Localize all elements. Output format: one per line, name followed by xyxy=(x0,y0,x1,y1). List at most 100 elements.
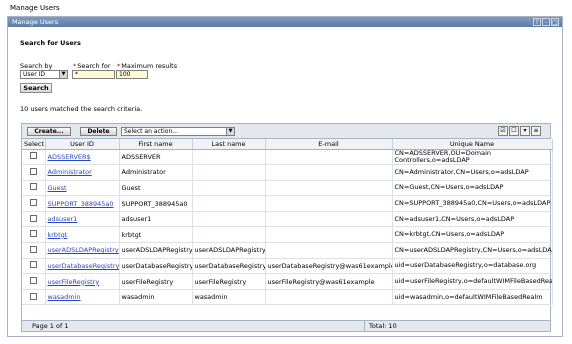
row-checkbox[interactable] xyxy=(29,245,37,253)
table-row: userFileRegistry userFileRegistry userFile… xyxy=(22,273,553,290)
column-header-select[interactable]: Select xyxy=(22,139,46,150)
restore-icon[interactable]: □ xyxy=(551,18,559,26)
row-checkbox[interactable] xyxy=(29,152,37,160)
portlet-controls: ? - □ xyxy=(533,18,559,26)
email-cell xyxy=(265,149,393,166)
last-name-cell: wasadmin xyxy=(192,289,266,306)
filter-icon[interactable]: ▾ xyxy=(520,126,530,136)
table-row: SUPPORT_388945a0 SUPPORT_388945a0 CN=SUPPO… xyxy=(22,195,553,212)
row-checkbox[interactable] xyxy=(29,183,37,191)
search-button[interactable]: Search xyxy=(20,83,52,93)
user-id-link[interactable]: Guest xyxy=(48,184,67,192)
user-id-link[interactable]: wasadmin xyxy=(48,293,81,301)
last-name-cell xyxy=(192,180,266,197)
first-name-cell: SUPPORT_388945a0 xyxy=(119,195,193,212)
user-id-cell: ADSSERVER$ xyxy=(45,149,120,166)
chevron-down-icon: ▼ xyxy=(59,71,67,78)
search-section-title: Search for Users xyxy=(20,39,81,47)
user-id-link[interactable]: SUPPORT_388945a0 xyxy=(48,200,114,208)
column-header-user-id[interactable]: User ID xyxy=(45,139,120,150)
table-row: wasadmin wasadmin wasadmin uid=wasadmin,o=d… xyxy=(22,289,553,306)
unique-name-cell: uid=userDatabaseRegistry,o=database.org xyxy=(392,258,553,275)
user-id-link[interactable]: adsuser1 xyxy=(48,215,78,223)
help-icon[interactable]: ? xyxy=(533,18,541,26)
first-name-cell: Guest xyxy=(119,180,193,197)
row-checkbox[interactable] xyxy=(29,277,37,285)
unique-name-cell: CN=adsuser1,CN=Users,o=adsLDAP xyxy=(392,211,553,228)
user-id-link[interactable]: userADSLDAPRegistry xyxy=(48,246,119,254)
unique-name-cell: CN=Guest,CN=Users,o=adsLDAP xyxy=(392,180,553,197)
user-id-cell: userADSLDAPRegistry xyxy=(45,242,120,259)
last-name-cell xyxy=(192,164,266,181)
unique-name-cell: CN=SUPPORT_388945a0,CN=Users,o=adsLDAP xyxy=(392,195,553,212)
users-table-container: Create... Delete Select an action... ▼ ☑… xyxy=(21,123,553,332)
last-name-cell xyxy=(192,149,266,166)
minimize-icon[interactable]: - xyxy=(542,18,550,26)
user-id-cell: userFileRegistry xyxy=(45,273,120,290)
select-cell xyxy=(22,289,46,306)
user-id-cell: krbtgt xyxy=(45,226,120,244)
user-id-link[interactable]: ADSSERVER$ xyxy=(48,153,91,161)
required-marker: * xyxy=(73,62,77,70)
first-name-cell: adsuser1 xyxy=(119,211,193,228)
column-header-unique-name[interactable]: Unique Name xyxy=(392,139,553,150)
action-select-value: Select an action... xyxy=(124,128,178,135)
select-cell xyxy=(22,273,46,290)
first-name-cell: Administrator xyxy=(119,164,193,181)
max-results-input[interactable]: 100 xyxy=(116,70,148,79)
table-tool-icons: ☑ ☐ ▾ ≡ xyxy=(498,126,541,136)
email-cell xyxy=(265,211,393,228)
page-indicator: Page 1 of 1 xyxy=(32,322,69,330)
deselect-all-icon[interactable]: ☐ xyxy=(509,126,519,136)
last-name-cell xyxy=(192,195,266,212)
first-name-cell: userADSLDAPRegistry xyxy=(119,242,193,259)
row-checkbox[interactable] xyxy=(29,261,37,269)
portlet-title: Manage Users xyxy=(12,18,59,26)
manage-users-portlet: Manage Users ? - □ Search for Users Sear… xyxy=(7,16,563,337)
user-id-cell: SUPPORT_388945a0 xyxy=(45,195,120,212)
search-for-label: *Search for xyxy=(73,62,111,70)
email-cell xyxy=(265,226,393,244)
user-id-link[interactable]: userFileRegistry xyxy=(48,278,100,286)
user-id-link[interactable]: krbtgt xyxy=(48,231,68,239)
column-header-email[interactable]: E-mail xyxy=(265,139,393,150)
unique-name-cell: CN=krbtgt,CN=Users,o=adsLDAP xyxy=(392,226,553,244)
first-name-cell: userDatabaseRegistry xyxy=(119,258,193,275)
email-cell xyxy=(265,242,393,259)
row-checkbox[interactable] xyxy=(29,167,37,175)
user-id-link[interactable]: Administrator xyxy=(48,168,92,176)
select-cell xyxy=(22,226,46,244)
table-row: adsuser1 adsuser1 CN=adsuser1,CN=Users,o=a… xyxy=(22,211,553,228)
last-name-cell xyxy=(192,211,266,228)
user-id-cell: Guest xyxy=(45,180,120,197)
create-button[interactable]: Create... xyxy=(27,127,71,136)
row-checkbox[interactable] xyxy=(29,199,37,207)
row-checkbox[interactable] xyxy=(29,214,37,222)
portlet-header: Manage Users ? - □ xyxy=(8,17,562,27)
result-message: 10 users matched the search criteria. xyxy=(20,105,143,113)
unique-name-cell: CN=userADSLDAPRegistry,CN=Users,o=adsLDA… xyxy=(392,242,553,259)
row-checkbox[interactable] xyxy=(29,230,37,238)
search-for-input[interactable]: * xyxy=(72,70,115,79)
select-cell xyxy=(22,195,46,212)
search-by-value: User ID xyxy=(23,71,45,78)
search-by-select[interactable]: User ID ▼ xyxy=(20,70,68,79)
action-select[interactable]: Select an action... ▼ xyxy=(121,127,235,136)
sort-icon[interactable]: ≡ xyxy=(531,126,541,136)
select-cell xyxy=(22,242,46,259)
table-footer: Page 1 of 1 Total: 10 xyxy=(22,320,550,331)
column-header-first-name[interactable]: First name xyxy=(119,139,193,150)
user-id-cell: wasadmin xyxy=(45,289,120,306)
table-toolbar: Create... Delete Select an action... ▼ ☑… xyxy=(22,124,550,139)
row-checkbox[interactable] xyxy=(29,292,37,300)
table-header-row: Select User ID First name Last name E-ma… xyxy=(22,139,553,150)
table-row: userADSLDAPRegistry userADSLDAPRegistry us… xyxy=(22,242,553,259)
column-header-last-name[interactable]: Last name xyxy=(192,139,266,150)
email-cell: userDatabaseRegistry@was61example xyxy=(265,258,393,275)
unique-name-cell: uid=wasadmin,o=defaultWIMFileBasedRealm xyxy=(392,289,553,306)
user-id-link[interactable]: userDatabaseRegistry xyxy=(48,262,119,270)
delete-button[interactable]: Delete xyxy=(80,127,117,136)
select-all-icon[interactable]: ☑ xyxy=(498,126,508,136)
table-row: Guest Guest CN=Guest,CN=Users,o=adsLDAP xyxy=(22,180,553,197)
email-cell xyxy=(265,180,393,197)
